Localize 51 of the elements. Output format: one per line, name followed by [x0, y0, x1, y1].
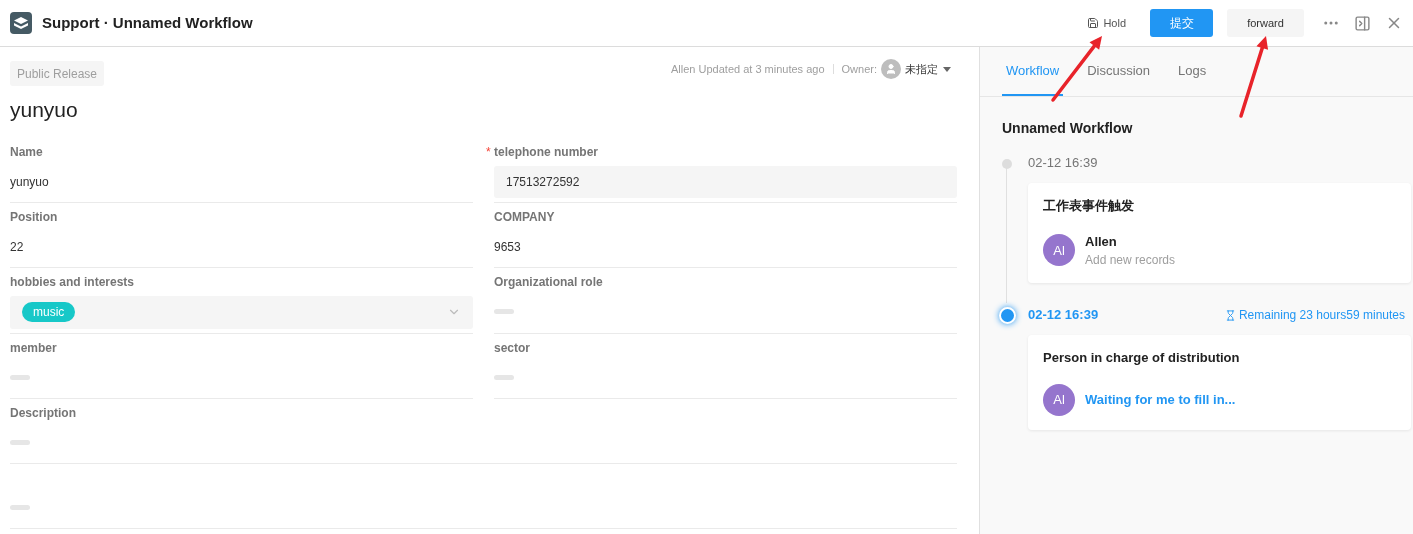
panel-toggle-icon[interactable] — [1354, 14, 1371, 32]
forward-button[interactable]: forward — [1227, 9, 1304, 37]
required-mark: * — [486, 143, 491, 161]
step-card[interactable]: 工作表事件触发 Al Allen Add new records — [1028, 183, 1411, 283]
owner-value: 未指定 — [905, 61, 938, 77]
input-field[interactable]: 17513272592 — [494, 165, 957, 198]
user-avatar: Al — [1043, 383, 1075, 416]
tab[interactable]: Logs — [1174, 47, 1211, 96]
window-title: Support · Unnamed Workflow — [42, 12, 253, 33]
remaining-text: Remaining 23 hours59 minutes — [1238, 307, 1405, 324]
step-title: 工作表事件触发 — [1043, 197, 1135, 215]
step-note: Add new records — [1085, 252, 1176, 269]
field-label: COMPANY — [494, 208, 555, 226]
caret-icon[interactable] — [943, 66, 951, 72]
step-time: 02-12 16:39 — [1028, 154, 1098, 173]
tag: music — [22, 302, 76, 322]
field-label: hobbies and interests — [10, 273, 135, 291]
empty-value-dash — [10, 375, 30, 380]
field-value: yunyuo — [10, 173, 49, 191]
save-icon — [1087, 17, 1100, 29]
status-tag: Public Release — [10, 61, 105, 86]
field-value: 9653 — [494, 238, 521, 256]
user-avatar: Al — [1043, 234, 1075, 267]
empty-value-dash — [494, 375, 514, 380]
hold-button[interactable]: Hold — [1087, 14, 1126, 32]
field-value: 22 — [10, 238, 24, 256]
tab[interactable]: Discussion — [1083, 47, 1155, 96]
owner-label: Owner: — [841, 61, 877, 77]
tab[interactable]: Workflow — [1002, 47, 1064, 96]
empty-value-dash — [10, 505, 30, 510]
updated-text: Allen Updated at 3 minutes ago — [671, 61, 825, 77]
field-label: Position — [10, 208, 58, 226]
workflow-title: Unnamed Workflow — [1002, 119, 1134, 138]
step-time: 02-12 16:39 — [1028, 306, 1099, 325]
person-name: Allen — [1085, 232, 1118, 251]
field-label: telephone number — [494, 143, 598, 161]
field-label: sector — [494, 339, 531, 357]
app-logo-icon — [10, 12, 32, 34]
field-label: Description — [10, 404, 76, 422]
hourglass-icon — [1224, 309, 1236, 321]
empty-value-dash — [494, 309, 514, 314]
field-label: Name — [10, 143, 43, 161]
step-title: Person in charge of distribution — [1043, 349, 1241, 367]
field-label: member — [10, 339, 57, 357]
avatar-icon — [881, 59, 901, 79]
step-status-link[interactable]: Waiting for me to fill in... — [1085, 389, 1236, 410]
field-label: Organizational role — [494, 273, 603, 291]
step-card[interactable]: Person in charge of distribution Al Waiting for me to fill in... — [1028, 335, 1411, 430]
submit-button[interactable]: 提交 — [1150, 9, 1213, 37]
record-title: yunyuo — [10, 97, 79, 123]
empty-value-dash — [10, 440, 30, 445]
